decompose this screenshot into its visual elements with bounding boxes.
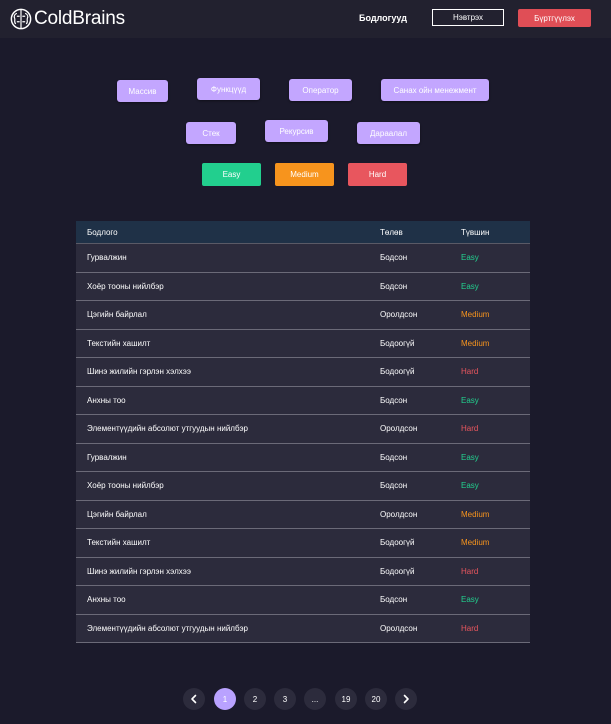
- table-row[interactable]: Цэгийн байрлал Оролдсон Medium: [76, 301, 530, 330]
- problem-status: Бодоогүй: [380, 566, 415, 576]
- topic-tag-array[interactable]: Массив: [117, 80, 168, 102]
- prev-page-button[interactable]: [183, 688, 205, 710]
- problem-status: Бодсон: [380, 452, 408, 462]
- problem-name[interactable]: Текстийн хашилт: [87, 339, 380, 348]
- problem-level: Easy: [461, 281, 479, 291]
- filter-hard-button[interactable]: Hard: [348, 163, 407, 186]
- filter-easy-button[interactable]: Easy: [202, 163, 261, 186]
- filter-medium-button[interactable]: Medium: [275, 163, 334, 186]
- problem-level: Easy: [461, 395, 479, 405]
- brand-name: ColdBrains: [34, 8, 125, 29]
- topic-tag-recursion[interactable]: Рекурсив: [265, 120, 328, 142]
- page-2-button[interactable]: 2: [244, 688, 266, 710]
- problem-level: Easy: [461, 481, 479, 491]
- table-row[interactable]: Анхны тоо Бодсон Easy: [76, 586, 530, 615]
- topic-tag-stack[interactable]: Стек: [186, 122, 236, 144]
- table-row[interactable]: Элементүүдийн абсолют утгуудын нийлбэр Ор…: [76, 415, 530, 444]
- table-row[interactable]: Элементүүдийн абсолют утгуудын нийлбэр Ор…: [76, 614, 530, 643]
- page-ellipsis: ...: [304, 688, 326, 710]
- table-row[interactable]: Хоёр тооны нийлбэр Бодсон Easy: [76, 272, 530, 301]
- page-19-button[interactable]: 19: [335, 688, 357, 710]
- problem-level: Easy: [461, 253, 479, 263]
- problem-status: Бодсон: [380, 395, 408, 405]
- brand-logo[interactable]: ColdBrains: [10, 7, 125, 31]
- header-status: Төлөв: [380, 227, 403, 237]
- problem-status: Бодсон: [380, 595, 408, 605]
- problem-level: Medium: [461, 338, 490, 348]
- brain-icon: [10, 8, 32, 30]
- problem-level: Hard: [461, 367, 479, 377]
- problem-status: Бодсон: [380, 253, 408, 263]
- table-row[interactable]: Хоёр тооны нийлбэр Бодсон Easy: [76, 472, 530, 501]
- problem-name[interactable]: Элементүүдийн абсолют утгуудын нийлбэр: [87, 624, 380, 633]
- problem-level: Medium: [461, 538, 490, 548]
- header-level: Түвшин: [461, 227, 490, 237]
- chevron-left-icon: [191, 694, 197, 704]
- problem-status: Бодоогүй: [380, 538, 415, 548]
- login-button[interactable]: Нэвтрэх: [432, 9, 504, 26]
- problem-name[interactable]: Шинэ жилийн гэрлэн хэлхээ: [87, 567, 380, 576]
- header-problem: Бодлого: [87, 227, 118, 237]
- problem-status: Бодоогүй: [380, 367, 415, 377]
- problem-name[interactable]: Цэгийн байрлал: [87, 510, 380, 519]
- problem-status: Оролдсон: [380, 509, 418, 519]
- problem-level: Hard: [461, 623, 479, 633]
- problem-status: Оролдсон: [380, 310, 418, 320]
- problem-level: Medium: [461, 310, 490, 320]
- problem-level: Medium: [461, 509, 490, 519]
- table-row[interactable]: Текстийн хашилт Бодоогүй Medium: [76, 529, 530, 558]
- problem-name[interactable]: Гурвалжин: [87, 453, 380, 462]
- problem-name[interactable]: Анхны тоо: [87, 595, 380, 604]
- page-20-button[interactable]: 20: [365, 688, 387, 710]
- problem-level: Hard: [461, 566, 479, 576]
- top-navbar: ColdBrains Бодлогууд Нэвтрэх Бүртгүүлэх: [0, 0, 611, 38]
- problem-status: Бодоогүй: [380, 338, 415, 348]
- table-row[interactable]: Гурвалжин Бодсон Easy: [76, 443, 530, 472]
- problem-status: Бодсон: [380, 481, 408, 491]
- problem-status: Оролдсон: [380, 424, 418, 434]
- page-1-button[interactable]: 1: [214, 688, 236, 710]
- problem-level: Hard: [461, 424, 479, 434]
- table-row[interactable]: Цэгийн байрлал Оролдсон Medium: [76, 500, 530, 529]
- problem-name[interactable]: Текстийн хашилт: [87, 538, 380, 547]
- problems-table: Бодлого Төлөв Түвшин Гурвалжин Бодсон Easy…: [76, 221, 530, 643]
- problem-name[interactable]: Хоёр тооны нийлбэр: [87, 282, 380, 291]
- topic-tag-operator[interactable]: Оператор: [289, 79, 352, 101]
- table-row[interactable]: Шинэ жилийн гэрлэн хэлхээ Бодоогүй Hard: [76, 358, 530, 387]
- nav-problems-link[interactable]: Бодлогууд: [359, 13, 407, 23]
- problem-name[interactable]: Элементүүдийн абсолют утгуудын нийлбэр: [87, 424, 380, 433]
- problem-name[interactable]: Гурвалжин: [87, 253, 380, 262]
- problem-status: Бодсон: [380, 281, 408, 291]
- problem-status: Оролдсон: [380, 623, 418, 633]
- page-3-button[interactable]: 3: [274, 688, 296, 710]
- topic-tag-queue[interactable]: Дараалал: [357, 122, 420, 144]
- topic-tag-memory-management[interactable]: Санах ойн менежмент: [381, 79, 489, 101]
- table-row[interactable]: Текстийн хашилт Бодоогүй Medium: [76, 329, 530, 358]
- next-page-button[interactable]: [395, 688, 417, 710]
- problem-level: Easy: [461, 595, 479, 605]
- table-row[interactable]: Анхны тоо Бодсон Easy: [76, 386, 530, 415]
- problem-name[interactable]: Хоёр тооны нийлбэр: [87, 481, 380, 490]
- topic-tag-functions[interactable]: Функцүүд: [197, 78, 260, 100]
- table-row[interactable]: Гурвалжин Бодсон Easy: [76, 244, 530, 273]
- problem-name[interactable]: Шинэ жилийн гэрлэн хэлхээ: [87, 367, 380, 376]
- table-row[interactable]: Шинэ жилийн гэрлэн хэлхээ Бодоогүй Hard: [76, 557, 530, 586]
- signup-button[interactable]: Бүртгүүлэх: [518, 9, 591, 27]
- chevron-right-icon: [403, 694, 409, 704]
- table-body: Гурвалжин Бодсон Easy Хоёр тооны нийлбэр Бод…: [76, 244, 530, 643]
- table-header: Бодлого Төлөв Түвшин: [76, 221, 530, 244]
- problem-name[interactable]: Анхны тоо: [87, 396, 380, 405]
- problem-level: Easy: [461, 452, 479, 462]
- problem-name[interactable]: Цэгийн байрлал: [87, 310, 380, 319]
